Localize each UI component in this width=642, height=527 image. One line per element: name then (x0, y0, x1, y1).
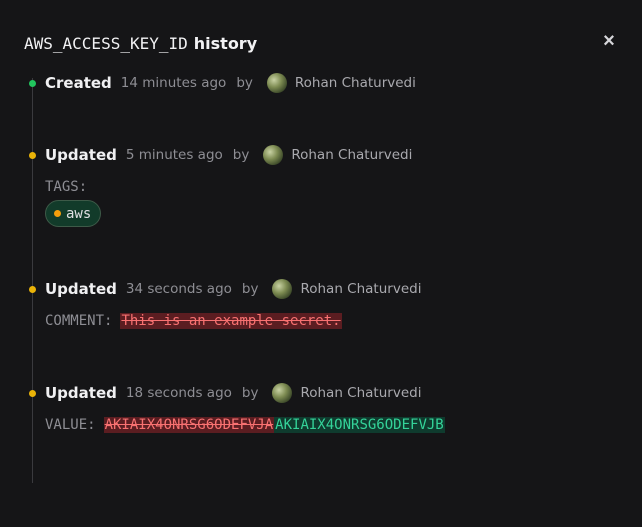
field-label-tags: TAGS: (45, 177, 87, 197)
entry-user: Rohan Chaturvedi (300, 281, 422, 297)
tag-name: aws (66, 205, 92, 222)
removed-value: This is an example secret. (120, 313, 342, 329)
dialog-title: history (193, 33, 258, 53)
added-value: AKIAIX4ONRSG6ODEFVJB (274, 417, 445, 433)
timeline-dot (29, 151, 36, 159)
entry-user: Rohan Chaturvedi (300, 385, 422, 401)
avatar (263, 145, 284, 165)
timeline-dot (29, 389, 36, 397)
entry-time: 5 minutes ago (125, 147, 223, 163)
history-entry-created: Created 14 minutes ago by Rohan Chaturve… (29, 72, 416, 94)
avatar (266, 73, 287, 93)
tag-chip-aws: aws (45, 200, 102, 227)
entry-user: Rohan Chaturvedi (291, 147, 413, 163)
avatar (272, 383, 293, 403)
entry-by: by (241, 385, 259, 401)
entry-time: 34 seconds ago (125, 281, 232, 297)
entry-time: 14 minutes ago (120, 75, 227, 91)
history-dialog: AWS_ACCESS_KEY_ID history × Created 14 m… (0, 0, 642, 527)
history-entry-updated-comment: Updated 34 seconds ago by Rohan Chaturve… (29, 278, 421, 300)
entry-by: by (232, 147, 250, 163)
history-entry-updated-tags: Updated 5 minutes ago by Rohan Chaturved… (29, 144, 412, 166)
entry-by: by (236, 75, 253, 91)
tag-color-dot (54, 210, 61, 217)
value-change: VALUE: AKIAIX4ONRSG6ODEFVJA AKIAIX4ONRSG… (45, 415, 445, 435)
entry-action: Updated (45, 384, 117, 402)
entry-action: Updated (45, 280, 117, 298)
avatar (272, 279, 293, 299)
entry-time: 18 seconds ago (125, 385, 232, 401)
secret-key-name: AWS_ACCESS_KEY_ID (24, 33, 188, 53)
history-entry-updated-value: Updated 18 seconds ago by Rohan Chaturve… (29, 382, 421, 404)
entry-user: Rohan Chaturvedi (294, 75, 416, 91)
field-label: VALUE: (45, 417, 96, 433)
removed-value: AKIAIX4ONRSG6ODEFVJA (103, 417, 275, 433)
timeline-dot (29, 79, 36, 87)
dialog-header: AWS_ACCESS_KEY_ID history (24, 30, 257, 56)
field-label: COMMENT: (45, 313, 113, 329)
close-icon[interactable]: × (599, 31, 619, 51)
comment-change: COMMENT: This is an example secret. (45, 311, 342, 331)
timeline-dot (29, 285, 36, 293)
entry-action: Created (45, 74, 112, 92)
entry-action: Updated (45, 146, 117, 164)
field-label: TAGS: (45, 179, 88, 195)
entry-by: by (241, 281, 259, 297)
